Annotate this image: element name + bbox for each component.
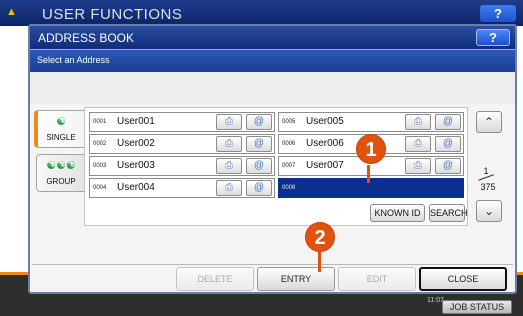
entry-name: User002	[117, 138, 155, 149]
chevron-up-icon: ⌃	[483, 115, 495, 129]
known-id-button[interactable]: KNOWN ID	[370, 204, 425, 222]
tab-group[interactable]: ☯☯☯ GROUP	[36, 154, 86, 192]
app-help-button[interactable]: ?	[480, 5, 516, 22]
dialog-subtitle: Select an Address	[37, 55, 110, 65]
address-book-dialog: ADDRESS BOOK ? Select an Address ☯ SINGL…	[28, 24, 517, 294]
entry-number: 0007	[282, 163, 296, 169]
dialog-title: ADDRESS BOOK	[38, 31, 135, 45]
email-at-icon: @	[442, 138, 454, 149]
entry-name: User006	[306, 138, 344, 149]
tab-single-label: SINGLE	[46, 133, 76, 142]
fax-icon: ⎙	[414, 160, 422, 171]
clock: 11:07	[427, 297, 444, 304]
entry-number: 0006	[282, 141, 296, 147]
email-button[interactable]: @	[246, 180, 272, 196]
fax-button[interactable]: ⎙	[216, 136, 242, 152]
scroll-up-button[interactable]: ⌃	[476, 111, 502, 133]
tab-group-label: GROUP	[46, 177, 76, 186]
fax-icon: ⎙	[225, 160, 233, 171]
email-at-icon: @	[253, 182, 265, 193]
close-button[interactable]: CLOSE	[419, 267, 507, 291]
callout-marker-1: 1	[356, 134, 386, 164]
entry-button[interactable]: ENTRY	[257, 267, 335, 291]
email-at-icon: @	[442, 160, 454, 171]
entry-number: 0004	[93, 185, 107, 191]
fax-button[interactable]: ⎙	[216, 114, 242, 130]
fax-icon: ⎙	[414, 138, 422, 149]
list-item[interactable]: 0001 User001 ⎙ @	[89, 112, 275, 132]
email-at-icon: @	[253, 138, 265, 149]
app-title: USER FUNCTIONS	[42, 6, 183, 23]
list-item[interactable]: 0003 User003 ⎙ @	[89, 156, 275, 176]
callout-pointer-1	[367, 165, 370, 183]
email-button[interactable]: @	[246, 114, 272, 130]
page-total: 375	[480, 182, 496, 192]
entry-number: 0008	[282, 185, 296, 191]
delete-button[interactable]: DELETE	[176, 267, 254, 291]
fax-icon: ⎙	[225, 116, 233, 127]
address-list: 0001 User001 ⎙ @ 0002 User002 ⎙ @ 0003 U…	[84, 107, 468, 226]
app-header: ▲ USER FUNCTIONS ?	[0, 0, 523, 26]
people-group-icon: ☯☯☯	[46, 160, 76, 172]
fax-icon: ⎙	[225, 138, 233, 149]
chevron-down-icon: ⌄	[483, 204, 495, 218]
tab-single[interactable]: ☯ SINGLE	[34, 110, 84, 148]
email-at-icon: @	[442, 116, 454, 127]
entry-name: User001	[117, 116, 155, 127]
entry-name: User007	[306, 160, 344, 171]
dialog-spacer	[30, 72, 515, 104]
email-button[interactable]: @	[435, 136, 461, 152]
app-logo-icon: ▲	[6, 6, 17, 18]
email-button[interactable]: @	[435, 158, 461, 174]
email-at-icon: @	[253, 116, 265, 127]
callout-marker-2: 2	[305, 222, 335, 252]
entry-name: User004	[117, 182, 155, 193]
entry-name: User003	[117, 160, 155, 171]
email-at-icon: @	[253, 160, 265, 171]
list-item-selected[interactable]: 0008	[278, 178, 464, 198]
entry-number: 0003	[93, 163, 107, 169]
job-status-button[interactable]: JOB STATUS	[442, 300, 512, 314]
fax-icon: ⎙	[414, 116, 422, 127]
callout-pointer-2	[318, 250, 321, 272]
entry-number: 0001	[93, 119, 107, 125]
email-button[interactable]: @	[246, 136, 272, 152]
dialog-help-button[interactable]: ?	[476, 29, 510, 46]
fax-button[interactable]: ⎙	[405, 158, 431, 174]
list-item[interactable]: 0002 User002 ⎙ @	[89, 134, 275, 154]
search-button[interactable]: SEARCH	[429, 204, 468, 222]
dialog-subtitle-bar: Select an Address	[30, 50, 515, 72]
divider	[32, 264, 513, 265]
dialog-titlebar: ADDRESS BOOK ?	[30, 26, 515, 50]
entry-number: 0005	[282, 119, 296, 125]
fax-button[interactable]: ⎙	[216, 158, 242, 174]
fax-icon: ⎙	[225, 182, 233, 193]
entry-name: User005	[306, 116, 344, 127]
scroll-down-button[interactable]: ⌄	[476, 200, 502, 222]
email-button[interactable]: @	[435, 114, 461, 130]
list-item[interactable]: 0004 User004 ⎙ @	[89, 178, 275, 198]
fax-button[interactable]: ⎙	[405, 136, 431, 152]
list-item[interactable]: 0005 User005 ⎙ @	[278, 112, 464, 132]
fax-button[interactable]: ⎙	[405, 114, 431, 130]
person-icon: ☯	[56, 116, 66, 128]
entry-number: 0002	[93, 141, 107, 147]
fax-button[interactable]: ⎙	[216, 180, 242, 196]
email-button[interactable]: @	[246, 158, 272, 174]
edit-button[interactable]: EDIT	[338, 267, 416, 291]
